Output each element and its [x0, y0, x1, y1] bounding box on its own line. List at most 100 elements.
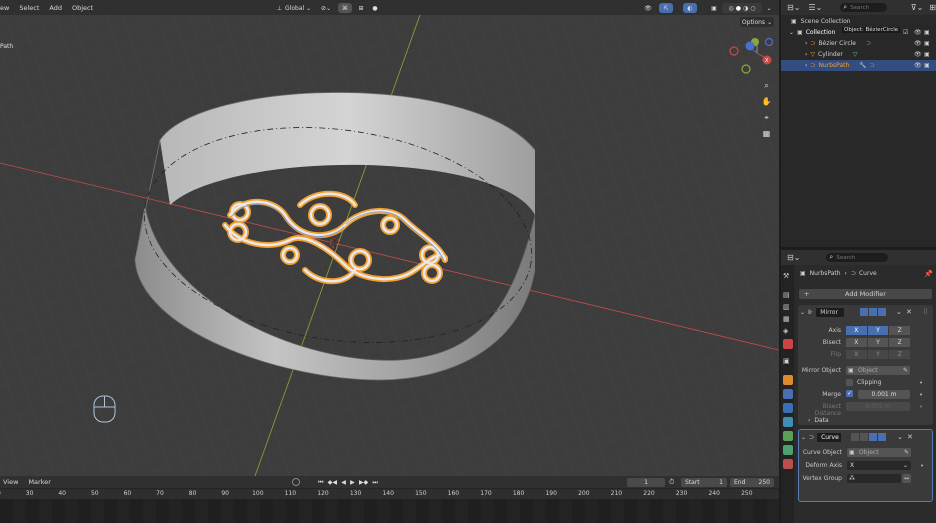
camera-icon[interactable]: ▣: [924, 29, 930, 36]
world-tab-icon[interactable]: [783, 339, 793, 349]
options-button[interactable]: Options ⌄: [740, 17, 774, 27]
zoom-icon[interactable]: ⌕: [760, 79, 773, 92]
eyedropper-icon[interactable]: ✎: [903, 367, 908, 374]
scene-collection-row[interactable]: ▣ Scene Collection: [781, 16, 936, 27]
close-icon[interactable]: ✕: [906, 308, 912, 316]
physics-tab-icon[interactable]: [783, 417, 793, 427]
collapse-arrow-icon[interactable]: ⌄: [801, 434, 806, 441]
expand-arrow-icon[interactable]: ⌄: [789, 29, 794, 36]
new-collection-icon[interactable]: ⊞: [929, 3, 936, 12]
eyedropper-icon[interactable]: ✎: [904, 449, 909, 456]
invert-vertex-group-button[interactable]: ↔: [902, 474, 911, 483]
timeline-menu-marker[interactable]: Marker: [23, 478, 55, 486]
constraints-tab-icon[interactable]: [783, 431, 793, 441]
flip-y-button[interactable]: Y: [867, 350, 889, 359]
edit-mode-icon[interactable]: [860, 433, 868, 441]
render-tab-icon[interactable]: ▤: [783, 291, 793, 301]
keyframe-dot-icon[interactable]: •: [919, 403, 923, 411]
modifier-name-field[interactable]: Mirror: [816, 307, 845, 317]
collection-tab-icon[interactable]: ▣: [783, 357, 793, 367]
snap-toggle-icon[interactable]: ⌘: [338, 3, 352, 13]
keyframe-dot-icon[interactable]: •: [920, 462, 924, 470]
pin-icon[interactable]: 📌: [924, 270, 933, 278]
start-frame-field[interactable]: Start 1: [681, 478, 727, 487]
play-icon[interactable]: ▶: [350, 479, 355, 486]
scene-tab-icon[interactable]: ◈: [783, 327, 793, 337]
play-reverse-icon[interactable]: ◀: [341, 479, 346, 486]
timeline-menu-view[interactable]: View: [0, 478, 23, 486]
particles-tab-icon[interactable]: [783, 403, 793, 413]
expand-arrow-icon[interactable]: ›: [805, 40, 807, 47]
clipping-checkbox-box[interactable]: [846, 379, 853, 386]
curve-object-field[interactable]: ▣ Object ✎: [847, 448, 911, 457]
gizmo-toggle-icon[interactable]: ⇱: [659, 3, 673, 13]
material-shading-icon[interactable]: ◑: [743, 5, 748, 12]
pan-hand-icon[interactable]: ✋: [760, 95, 773, 108]
add-modifier-button[interactable]: + Add Modifier: [799, 289, 932, 299]
filter-icon[interactable]: ⊽⌄: [911, 3, 924, 12]
visibility-icon[interactable]: 👁: [641, 3, 655, 13]
outliner-item-bezier-circle[interactable]: › ⊃ Bézier Circle ⊃ 👁 ▣: [781, 38, 936, 49]
render-display-icon[interactable]: [878, 308, 886, 316]
camera-icon[interactable]: ▣: [924, 40, 930, 47]
merge-distance-field[interactable]: 0.001 m: [858, 390, 910, 399]
solid-shading-icon[interactable]: ●: [736, 5, 741, 12]
ortho-grid-icon[interactable]: ▦: [760, 127, 773, 140]
axis-y-button[interactable]: Y: [867, 326, 889, 335]
modifier-name-field[interactable]: Curve: [817, 432, 842, 442]
bisect-distance-field[interactable]: 0.001 m: [846, 402, 910, 411]
jump-end-icon[interactable]: ⏭: [372, 479, 377, 487]
camera-icon[interactable]: ▣: [924, 62, 930, 69]
menu-view[interactable]: ew: [0, 4, 14, 12]
output-tab-icon[interactable]: ▥: [783, 303, 793, 313]
timeline-tracks[interactable]: [0, 499, 779, 523]
keyframe-dot-icon[interactable]: •: [919, 391, 923, 399]
collapse-arrow-icon[interactable]: ⌄: [800, 309, 805, 316]
eye-icon[interactable]: 👁: [914, 40, 922, 47]
shading-options-chevron-icon[interactable]: ⌄: [764, 3, 774, 13]
tool-tab-icon[interactable]: ⚒: [783, 272, 793, 282]
keyframe-dot-icon[interactable]: •: [919, 379, 923, 387]
properties-search-input[interactable]: ⌕ Search: [826, 253, 889, 262]
viewport-scene[interactable]: X: [0, 0, 779, 476]
transform-orientation-dropdown[interactable]: ⊥ Global ⌄: [275, 3, 313, 13]
data-tab-icon[interactable]: [783, 445, 793, 455]
end-frame-field[interactable]: End 250: [730, 478, 774, 487]
eye-icon[interactable]: 👁: [914, 51, 922, 58]
modifier-tab-icon[interactable]: [783, 389, 793, 399]
close-icon[interactable]: ✕: [907, 433, 913, 441]
edit-cage-icon[interactable]: [851, 433, 859, 441]
outliner-item-nurbspath[interactable]: › ⊃ NurbsPath 🔧 ⊃ 👁 ▣: [781, 60, 936, 71]
proportional-edit-icon[interactable]: ●: [370, 3, 380, 13]
flip-z-button[interactable]: Z: [889, 350, 911, 359]
prev-keyframe-icon[interactable]: ◆◀: [328, 479, 337, 486]
merge-checkbox[interactable]: ✓: [846, 390, 853, 397]
menu-add[interactable]: Add: [44, 4, 67, 12]
current-frame-field[interactable]: 1: [627, 478, 665, 487]
checkbox-icon[interactable]: ☑: [903, 29, 908, 36]
frame-ruler[interactable]: 20 30 40 50 60 70 80 90 100 110 120 130 140 150 160 170…: [0, 489, 779, 499]
jump-start-icon[interactable]: ⏮: [318, 479, 323, 487]
bisect-y-button[interactable]: Y: [867, 338, 889, 347]
rendered-shading-icon[interactable]: ○: [750, 5, 755, 12]
camera-icon[interactable]: ▣: [924, 51, 930, 58]
render-display-icon[interactable]: [878, 433, 886, 441]
drag-handle-icon[interactable]: ⠿: [923, 308, 928, 316]
stopwatch-icon[interactable]: ⏱: [669, 478, 674, 487]
editor-type-icon[interactable]: ⊟⌄: [787, 3, 800, 12]
camera-view-icon[interactable]: ⌖: [760, 111, 773, 124]
material-tab-icon[interactable]: [783, 459, 793, 469]
mirror-object-field[interactable]: ▣ Object ✎: [846, 366, 910, 375]
display-mode-icon[interactable]: ☰⌄: [808, 3, 822, 12]
chevron-down-icon[interactable]: ⌄: [897, 433, 903, 441]
object-tab-icon[interactable]: [783, 375, 793, 385]
eye-icon[interactable]: 👁: [914, 29, 922, 36]
expand-arrow-icon[interactable]: ›: [805, 62, 807, 69]
overlay-toggle-icon[interactable]: ◐: [683, 3, 697, 13]
deform-axis-dropdown[interactable]: X ⌄: [847, 461, 911, 470]
eye-icon[interactable]: 👁: [914, 62, 922, 69]
outliner-item-cylinder[interactable]: › ▽ Cylinder ▽ 👁 ▣: [781, 49, 936, 60]
pivot-point-icon[interactable]: ⊘⌄: [318, 3, 334, 13]
editor-type-icon[interactable]: ⊟⌄: [787, 253, 800, 262]
edit-mode-icon[interactable]: [860, 308, 868, 316]
